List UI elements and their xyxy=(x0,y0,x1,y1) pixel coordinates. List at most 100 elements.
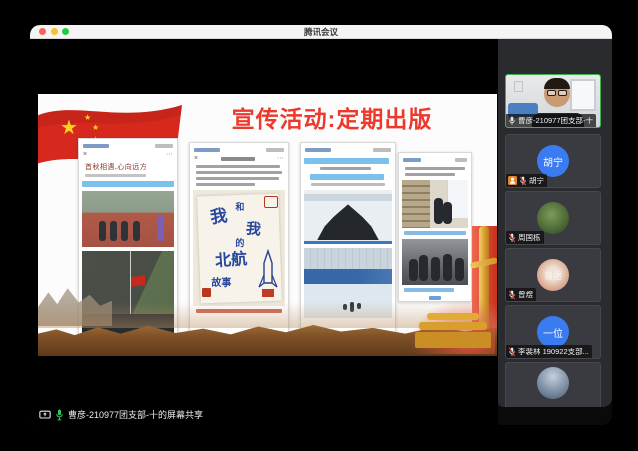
zoom-button[interactable] xyxy=(62,28,69,35)
participant-avatar: 曾煜 xyxy=(537,259,569,291)
glasses xyxy=(547,90,567,96)
gate-roof xyxy=(427,313,479,320)
article-title: 首秋相遇,心向远方 xyxy=(85,162,171,172)
person-silhouette xyxy=(121,221,128,241)
highlighted-text-line xyxy=(304,158,389,164)
video-tile-zhouguodong[interactable]: 周国栋 xyxy=(505,191,601,245)
microphone-muted-icon xyxy=(508,347,516,357)
participant-avatar xyxy=(537,367,569,399)
gate-roof xyxy=(419,322,487,330)
title-bar[interactable]: 腾讯会议 xyxy=(30,25,612,39)
text-line xyxy=(405,167,465,170)
article-header-logo xyxy=(403,158,421,162)
more-icon: ⋯ xyxy=(277,155,284,162)
close-icon: × xyxy=(194,155,198,162)
wall-art xyxy=(514,81,523,92)
participant-name: 胡宁 xyxy=(529,177,544,185)
tile-name-label: 李裴林 190922支部... xyxy=(506,345,592,358)
video-tile-caoyan[interactable]: 曹彦-210977团支部-十 xyxy=(505,74,601,128)
red-seal xyxy=(202,288,211,297)
close-button[interactable] xyxy=(39,28,46,35)
person-silhouette xyxy=(409,259,418,281)
rink-boards xyxy=(304,241,392,244)
person-silhouette xyxy=(110,221,117,241)
person-silhouette xyxy=(443,202,452,224)
svg-text:★: ★ xyxy=(84,113,91,122)
text-line xyxy=(196,171,282,174)
article-header-button xyxy=(155,144,173,148)
phone-screenshot-4 xyxy=(398,152,472,302)
video-tile-zengyu[interactable]: 曾煜 曾煜 xyxy=(505,248,601,302)
tile-name-label: 曹彦-210977团支部-十 xyxy=(506,114,596,127)
shared-slide: ★ ★ ★ ★ ★ 宣传活动:定期出版 × ⋯ xyxy=(38,94,497,356)
video-tile-lipeilin[interactable]: 一位 李裴林 190922支部... xyxy=(505,305,601,359)
group-silhouette xyxy=(317,204,379,240)
poster-char: 我 xyxy=(208,201,228,228)
room-window xyxy=(570,79,596,111)
article-header-logo xyxy=(83,144,109,148)
participant-avatar: 胡宁 xyxy=(537,145,569,177)
person-silhouette xyxy=(157,215,164,241)
host-badge-icon xyxy=(508,176,517,185)
text-line xyxy=(320,167,372,170)
hand-drawn-poster: 我 和 我 的 北航 故事 xyxy=(193,190,285,306)
photo-ice-rink-group xyxy=(304,190,392,244)
share-status-text: 曹彦-210977团支部-十的屏幕共享 xyxy=(68,408,203,421)
lens xyxy=(547,90,556,96)
meeting-window: 腾讯会议 ★ ★ ★ ★ ★ 宣传活动:定期出版 xyxy=(30,25,612,425)
text-line xyxy=(196,165,280,168)
photo-indoor-group xyxy=(402,239,468,285)
photo-track-gathering xyxy=(82,191,174,247)
participants-sidebar[interactable]: 曹彦-210977团支部-十 胡宁 xyxy=(498,39,612,407)
person-silhouette xyxy=(419,255,428,281)
article-header-logo xyxy=(305,148,331,152)
close-icon: × xyxy=(83,151,87,158)
bookshelf xyxy=(402,180,430,228)
window-title: 腾讯会议 xyxy=(304,26,338,38)
article-header-logo xyxy=(194,148,220,152)
article-header-button xyxy=(266,148,284,152)
video-tile-huning[interactable]: 胡宁 胡宁 xyxy=(505,134,601,188)
article-header-button xyxy=(373,148,391,152)
tile-name-label: 周国栋 xyxy=(506,231,544,244)
person-hair xyxy=(544,78,570,89)
highlighted-text-line xyxy=(82,181,174,187)
minimize-button[interactable] xyxy=(51,28,58,35)
participant-name: 李裴林 190922支部... xyxy=(518,348,589,356)
microphone-on-icon xyxy=(55,409,64,421)
svg-text:★: ★ xyxy=(92,123,99,132)
person-silhouette xyxy=(99,221,106,241)
stadium-seats xyxy=(304,269,392,284)
text-line xyxy=(196,177,279,180)
person-silhouette xyxy=(443,254,452,281)
participant-avatar: 一位 xyxy=(537,316,569,348)
participant-avatar xyxy=(537,202,569,234)
microphone-muted-icon xyxy=(519,176,527,186)
article-title-bar xyxy=(221,157,255,161)
article-header-button xyxy=(455,158,467,162)
highlighted-text-line xyxy=(310,174,383,180)
traffic-lights xyxy=(39,28,69,35)
blue-caption-line xyxy=(404,231,466,235)
participant-name: 曹彦-210977团支部-十 xyxy=(518,117,593,125)
person-silhouette xyxy=(434,198,443,224)
participant-name: 周国栋 xyxy=(518,234,541,242)
rink-banner xyxy=(304,194,392,201)
photo-library-visit xyxy=(402,180,468,228)
poster-char: 我 xyxy=(245,217,262,239)
video-tile-partial[interactable] xyxy=(505,362,601,407)
rocket-drawing xyxy=(257,249,279,301)
slide-title: 宣传活动:定期出版 xyxy=(216,100,448,134)
book-logo xyxy=(264,196,278,208)
screen-share-status: 曹彦-210977团支部-十的屏幕共享 xyxy=(39,408,203,421)
person-silhouette xyxy=(431,257,440,281)
microphone-muted-icon xyxy=(508,290,516,300)
text-line xyxy=(196,183,255,186)
poster-char: 和 xyxy=(235,200,244,213)
tile-name-label: 胡宁 xyxy=(506,174,547,187)
poster-char: 故事 xyxy=(211,274,231,289)
red-flag xyxy=(131,275,145,287)
screen-share-area: ★ ★ ★ ★ ★ 宣传活动:定期出版 × ⋯ xyxy=(30,39,498,425)
participant-name: 曾煜 xyxy=(518,291,533,299)
more-icon: ⋯ xyxy=(166,151,173,158)
